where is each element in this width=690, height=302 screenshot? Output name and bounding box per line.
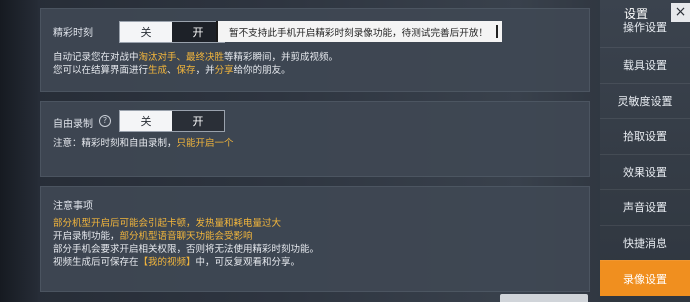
notice-panel: 注意事项 部分机型开启后可能会引起卡顿，发热量和耗电量过大 开启录制功能，部分机… bbox=[40, 186, 590, 292]
note-highlight: 只能开启一个 bbox=[176, 138, 234, 149]
sidebar-item-effects[interactable]: 效果设置 bbox=[600, 154, 690, 188]
notice-text: 中，可反复观看和分享。 bbox=[195, 257, 301, 268]
sidebar-item-quick-messages[interactable]: 快捷消息 bbox=[600, 225, 690, 259]
notice-line2: 开启录制功能，部分机型语音聊天功能会受影响 bbox=[53, 230, 253, 243]
free-record-toggle[interactable]: 关 开 bbox=[119, 110, 225, 132]
left-edge-shadow bbox=[0, 0, 38, 302]
unsupported-tooltip: 暂不支持此手机开启精彩时刻录像功能，待测试完善后开放！ bbox=[216, 21, 502, 42]
desc-highlight: 生成 bbox=[148, 65, 168, 76]
note-text: 注意：精彩时刻和自由录制， bbox=[53, 138, 177, 149]
desc-text: 给你的朋友。 bbox=[233, 65, 291, 76]
notice-line4: 视频生成后可保存在【我的视频】中，可反复观看和分享。 bbox=[53, 256, 300, 269]
desc-text: 等精彩瞬间，并剪成视频。 bbox=[224, 52, 339, 63]
highlight-off-option[interactable]: 关 bbox=[120, 22, 172, 42]
highlight-moments-toggle[interactable]: 关 开 bbox=[119, 21, 225, 43]
free-record-panel: 自由录制 ? 关 开 注意：精彩时刻和自由录制，只能开启一个 bbox=[40, 101, 590, 177]
desc-text: 您可以在结算界面进行 bbox=[53, 65, 149, 76]
notice-title: 注意事项 bbox=[53, 201, 93, 212]
notice-line3: 部分手机会要求开启相关权限，否则将无法使用精彩时刻功能。 bbox=[53, 244, 320, 255]
desc-highlight: 保存 bbox=[176, 65, 196, 76]
sidebar-item-controls[interactable]: 操作设置 bbox=[600, 12, 690, 42]
notice-line1: 部分机型开启后可能会引起卡顿，发热量和耗电量过大 bbox=[53, 218, 282, 229]
desc-text: ，并 bbox=[195, 65, 215, 76]
desc-text: 自动记录您在对战中 bbox=[53, 52, 139, 63]
sidebar-item-recording[interactable]: 录像设置 bbox=[600, 260, 690, 296]
free-record-on-option[interactable]: 开 bbox=[172, 111, 224, 131]
help-icon[interactable]: ? bbox=[99, 115, 111, 127]
highlight-moments-label: 精彩时刻 bbox=[53, 28, 93, 39]
desc-highlight: 淘汰对手、最终决胜 bbox=[138, 52, 225, 63]
sidebar-item-vehicle[interactable]: 载具设置 bbox=[600, 47, 690, 81]
free-record-label: 自由录制 bbox=[53, 119, 93, 130]
sidebar-item-sensitivity[interactable]: 灵敏度设置 bbox=[600, 83, 690, 117]
sidebar-item-pickup[interactable]: 拾取设置 bbox=[600, 118, 690, 152]
highlight-description-line2: 您可以在结算界面进行生成、保存，并分享给你的朋友。 bbox=[53, 64, 291, 77]
highlight-description-line1: 自动记录您在对战中淘汰对手、最终决胜等精彩瞬间，并剪成视频。 bbox=[53, 51, 338, 64]
desc-highlight: 分享 bbox=[214, 65, 234, 76]
free-record-note: 注意：精彩时刻和自由录制，只能开启一个 bbox=[53, 137, 234, 150]
notice-text: 开启录制功能， bbox=[53, 231, 120, 242]
my-videos-link[interactable]: 【我的视频】 bbox=[139, 257, 196, 268]
notice-highlight: 部分机型语音聊天功能会受影响 bbox=[119, 231, 253, 242]
notice-text: 视频生成后可保存在 bbox=[53, 257, 139, 268]
sidebar-item-sound[interactable]: 声音设置 bbox=[600, 189, 690, 223]
bottom-button-partial[interactable] bbox=[500, 294, 588, 302]
free-record-off-option[interactable]: 关 bbox=[120, 111, 172, 131]
desc-text: 、 bbox=[167, 65, 177, 76]
